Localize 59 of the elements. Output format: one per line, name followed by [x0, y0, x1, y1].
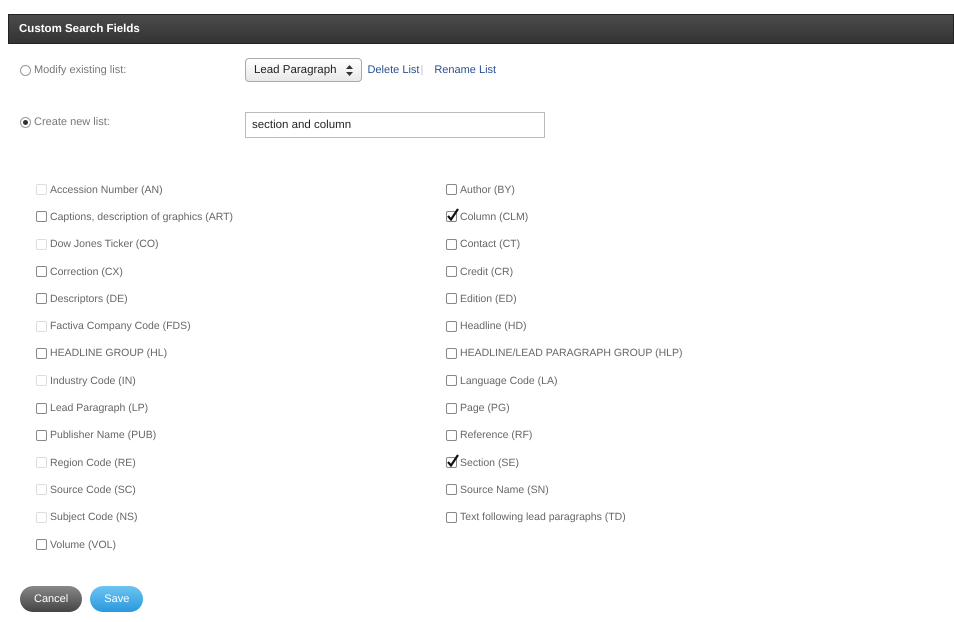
radio-button[interactable]: [20, 116, 31, 128]
checkbox[interactable]: [446, 484, 457, 496]
checkbox[interactable]: [446, 457, 457, 468]
field-label: Author (BY): [460, 184, 515, 196]
radio-label: Modify existing list:: [34, 64, 126, 76]
field-label: Page (PG): [460, 402, 510, 414]
field-label: Region Code (RE): [50, 456, 136, 469]
updown-arrows-icon: [346, 64, 354, 76]
field-label: Text following lead paragraphs (TD): [460, 511, 626, 524]
list-link[interactable]: Delete List: [367, 64, 420, 76]
checkbox[interactable]: [36, 266, 47, 278]
checkbox[interactable]: [446, 211, 457, 222]
checkbox[interactable]: [446, 238, 457, 250]
link-separator: |: [420, 64, 424, 76]
field-label: HEADLINE/LEAD PARAGRAPH GROUP (HLP): [460, 347, 682, 360]
checkbox[interactable]: [446, 375, 457, 386]
field-label: Factiva Company Code (FDS): [50, 320, 191, 332]
list-link[interactable]: Rename List: [434, 64, 496, 76]
field-label: Dow Jones Ticker (CO): [50, 238, 159, 250]
cancel-button[interactable]: Cancel: [20, 586, 82, 612]
field-label: Source Name (SN): [460, 484, 549, 496]
checkbox[interactable]: [446, 512, 457, 523]
field-label: Correction (CX): [50, 266, 123, 278]
list-dropdown[interactable]: Lead Paragraph: [245, 58, 362, 82]
radio-label: Create new list:: [34, 116, 110, 128]
checkbox[interactable]: [36, 539, 47, 550]
radio-button[interactable]: [20, 64, 31, 76]
checkbox[interactable]: [446, 266, 457, 278]
panel-title: Custom Search Fields: [8, 14, 954, 44]
checkbox[interactable]: [36, 430, 47, 441]
field-label: Headline (HD): [460, 320, 527, 332]
field-label: Credit (CR): [460, 266, 514, 278]
field-label: Subject Code (NS): [50, 511, 138, 524]
checkbox[interactable]: [36, 211, 47, 222]
field-label: Industry Code (IN): [50, 374, 136, 387]
field-label: Source Code (SC): [50, 484, 136, 496]
field-label: Descriptors (DE): [50, 292, 128, 305]
checkbox[interactable]: [446, 348, 457, 359]
field-label: Edition (ED): [460, 292, 517, 305]
field-label: Publisher Name (PUB): [50, 429, 156, 442]
field-label: Column (CLM): [460, 210, 528, 223]
checkbox[interactable]: [446, 402, 457, 414]
checkbox[interactable]: [36, 293, 47, 304]
field-label: Language Code (LA): [460, 374, 558, 387]
checkbox[interactable]: [446, 184, 457, 196]
field-label: Captions, description of graphics (ART): [50, 210, 234, 223]
checkbox[interactable]: [446, 430, 457, 441]
field-label: Contact (CT): [460, 238, 520, 250]
field-label: Lead Paragraph (LP): [50, 402, 148, 414]
checkbox[interactable]: [36, 402, 47, 414]
field-label: HEADLINE GROUP (HL): [50, 347, 168, 360]
field-label: Accession Number (AN): [50, 184, 163, 196]
field-label: Volume (VOL): [50, 538, 116, 550]
checkbox[interactable]: [446, 293, 457, 304]
list-name-input[interactable]: section and column: [245, 112, 545, 138]
checkbox[interactable]: [446, 320, 457, 332]
field-label: Reference (RF): [460, 429, 532, 442]
checkbox[interactable]: [36, 348, 47, 359]
field-label: Section (SE): [460, 456, 519, 469]
